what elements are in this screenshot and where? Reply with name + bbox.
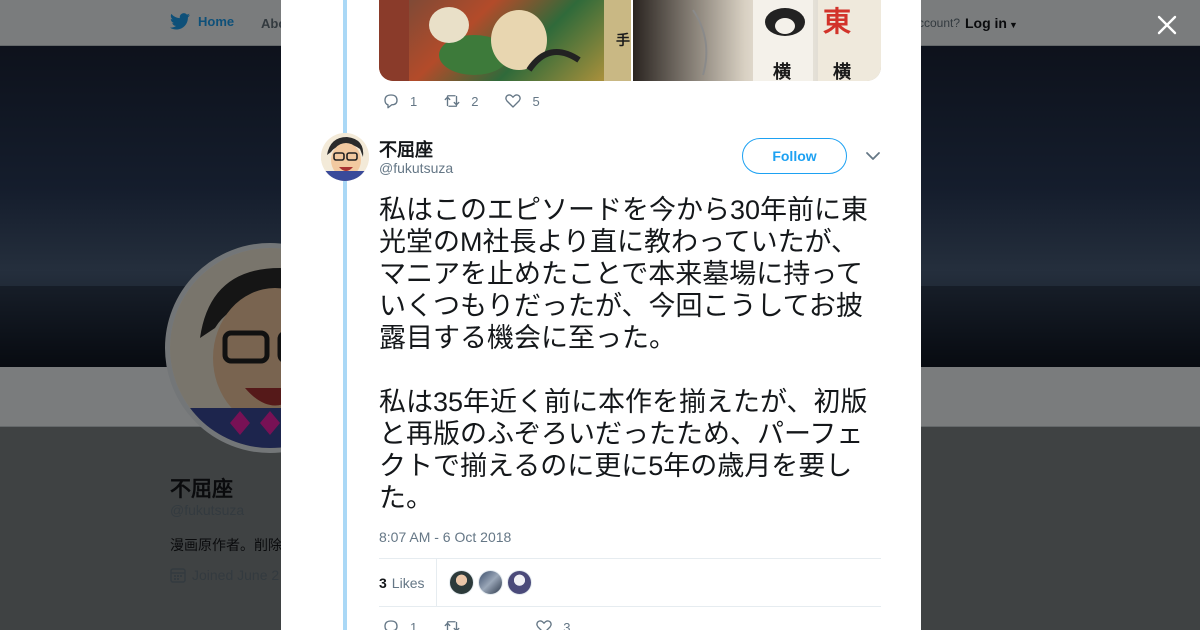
tweet-image-left[interactable]: 手	[379, 0, 631, 81]
heart-icon	[505, 94, 522, 108]
tweet-image-right[interactable]: 東 横 横	[633, 0, 881, 81]
like-action[interactable]: 3	[535, 618, 570, 630]
tweet-actions: 1 3	[382, 618, 596, 630]
retweet-action[interactable]: 2	[443, 92, 478, 110]
tweet-text: 私はこのエピソードを今から30年前に東光堂のM社長より直に教わっていたが、マニア…	[379, 195, 869, 513]
tweet-author-name[interactable]: 不屈座	[379, 136, 433, 162]
image-right-caption-2: 横	[773, 62, 791, 81]
reply-icon	[384, 620, 398, 630]
likes-count-value: 3	[379, 574, 387, 591]
tweet-author-handle[interactable]: @fukutsuza	[379, 160, 453, 176]
reply-count: 1	[410, 93, 418, 109]
reply-action[interactable]: 1	[382, 618, 417, 630]
like-count: 5	[532, 93, 540, 109]
retweet-icon	[444, 621, 460, 630]
likes-label: Likes	[391, 574, 425, 591]
close-icon	[1157, 15, 1177, 35]
tweet-author-avatar[interactable]	[321, 133, 369, 181]
reply-count: 1	[410, 619, 418, 630]
heart-icon	[536, 620, 553, 630]
reply-icon	[384, 94, 398, 109]
like-count: 3	[563, 619, 571, 630]
retweet-action[interactable]	[443, 618, 471, 630]
image-left-art	[379, 0, 631, 81]
likes-summary-row: 3 Likes	[379, 558, 881, 607]
liker-avatar[interactable]	[478, 570, 504, 595]
tweet-timestamp[interactable]: 8:07 AM - 6 Oct 2018	[379, 529, 511, 545]
thread-connector-line	[343, 0, 347, 630]
image-right-caption-3: 横	[833, 62, 851, 81]
image-left-caption: 手	[616, 33, 630, 49]
tweet-more-menu-button[interactable]	[864, 147, 882, 165]
close-modal-button[interactable]	[1152, 10, 1182, 40]
liker-avatars	[449, 570, 533, 595]
retweet-icon	[444, 95, 460, 107]
liker-avatar[interactable]	[507, 570, 533, 595]
retweet-count: 2	[471, 93, 479, 109]
chevron-down-icon	[866, 152, 880, 160]
avatar-illustration-small	[321, 133, 369, 181]
previous-tweet-media[interactable]: 手 東 横 横	[379, 0, 881, 81]
like-action[interactable]: 5	[504, 92, 540, 110]
likes-count-link[interactable]: 3 Likes	[379, 558, 438, 607]
follow-button[interactable]: Follow	[742, 138, 847, 174]
image-right-caption-1: 東	[823, 5, 852, 38]
liker-avatar[interactable]	[449, 570, 475, 595]
tweet-modal: 手 東 横 横 1 2 5 不屈座 @fukutsuza Follow 私はこの…	[281, 0, 921, 630]
previous-tweet-actions: 1 2 5	[382, 92, 566, 110]
reply-action[interactable]: 1	[382, 92, 417, 110]
